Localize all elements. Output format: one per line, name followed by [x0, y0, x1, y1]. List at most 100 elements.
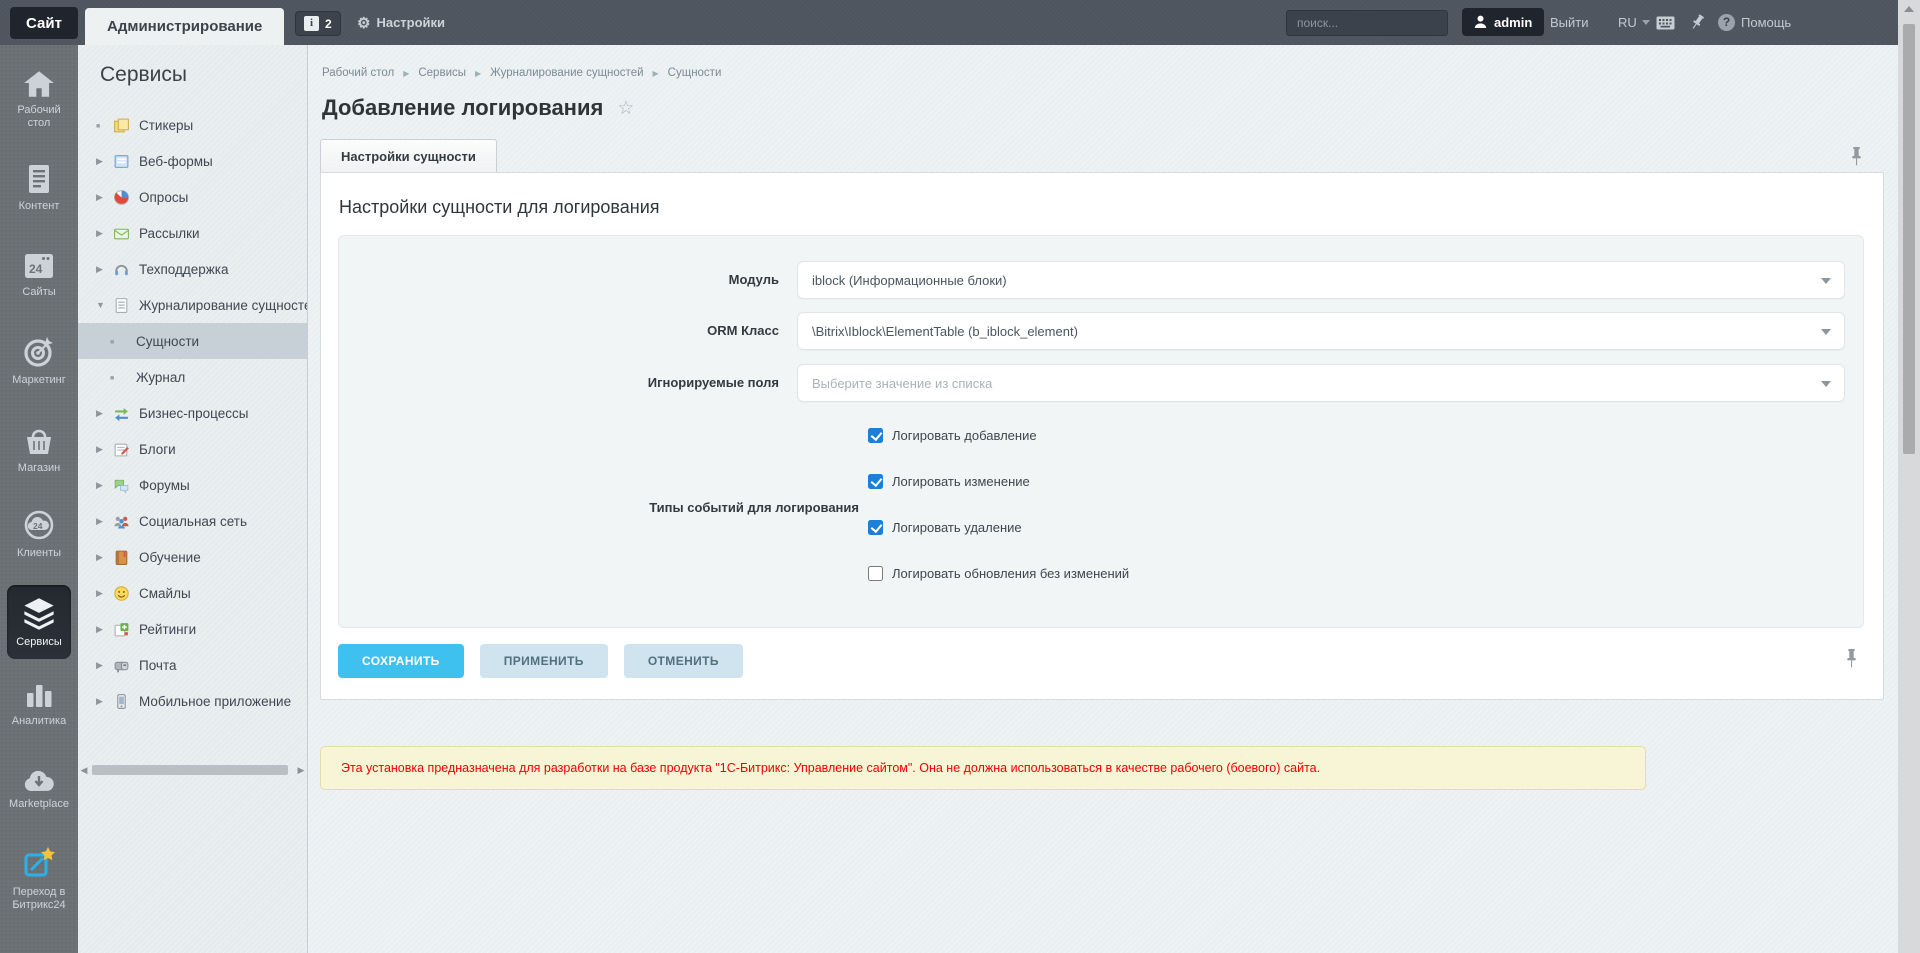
marketing-icon — [24, 337, 53, 367]
breadcrumb-entity-logging[interactable]: Журналирование сущностей — [490, 67, 643, 79]
vertical-scrollbar[interactable] — [1898, 0, 1920, 953]
scrollbar-thumb[interactable] — [1903, 24, 1915, 454]
rail-item-services[interactable]: Сервисы — [7, 585, 71, 659]
rail-item-store[interactable]: Магазин — [0, 425, 78, 475]
chevron-down-icon — [1821, 381, 1831, 387]
checkbox-log-add[interactable]: Логировать добавление — [868, 428, 1037, 443]
social-icon — [113, 513, 130, 530]
sidebar-item-ratings[interactable]: Рейтинги — [78, 611, 307, 647]
bizproc-icon — [113, 405, 130, 422]
breadcrumb-services[interactable]: Сервисы — [418, 67, 466, 79]
expand-arrow-icon — [96, 156, 106, 167]
sidebar-item-polls[interactable]: Опросы — [78, 179, 307, 215]
checkbox-icon[interactable] — [868, 428, 883, 443]
cancel-button[interactable]: ОТМЕНИТЬ — [623, 644, 743, 678]
question-icon: ? — [1718, 14, 1735, 31]
breadcrumb-entities[interactable]: Сущности — [668, 67, 722, 79]
user-menu-button[interactable]: admin — [1462, 8, 1545, 36]
sidebar-item-mail[interactable]: Почта — [78, 647, 307, 683]
orm-class-select[interactable]: \Bitrix\Iblock\ElementTable (b_iblock_el… — [797, 312, 1845, 350]
search-input[interactable] — [1287, 16, 1458, 30]
scroll-right-icon[interactable]: ▶ — [295, 765, 307, 776]
language-selector[interactable]: RU — [1618, 0, 1650, 45]
stickers-icon — [113, 117, 130, 134]
scrollbar-thumb[interactable] — [92, 765, 288, 775]
pin-buttons-icon[interactable] — [1844, 649, 1859, 670]
sidebar-item-support[interactable]: Техподдержка — [78, 251, 307, 287]
checkbox-icon[interactable] — [868, 474, 883, 489]
favorite-star-icon[interactable]: ☆ — [617, 97, 634, 120]
polls-icon — [113, 189, 130, 206]
collapse-arrow-icon — [96, 300, 106, 311]
apply-button[interactable]: ПРИМЕНИТЬ — [479, 644, 608, 678]
pin-topbar-button[interactable] — [1690, 0, 1705, 45]
page-title: Добавление логирования — [322, 95, 604, 120]
ratings-icon — [113, 621, 130, 638]
sidebar-item-journal[interactable]: Журнал — [78, 359, 307, 395]
rail-item-sites[interactable]: 24 Сайты — [0, 251, 78, 299]
sidebar-item-stickers[interactable]: Стикеры — [78, 107, 307, 143]
chevron-down-icon — [1821, 329, 1831, 335]
breadcrumb: Рабочий стол ▶ Сервисы ▶ Журналирование … — [322, 67, 721, 79]
svg-text:24: 24 — [33, 521, 43, 531]
rail-item-clients[interactable]: 24 Клиенты — [0, 508, 78, 560]
sidebar-item-training[interactable]: Обучение — [78, 539, 307, 575]
support-icon — [113, 261, 130, 278]
search-box — [1286, 10, 1458, 36]
scroll-up-icon[interactable] — [1904, 6, 1914, 12]
tab-entity-settings[interactable]: Настройки сущности — [320, 139, 497, 172]
sidebar-menu: Сервисы Стикеры Веб-формы Опросы — [78, 45, 308, 953]
scroll-left-icon[interactable]: ◀ — [78, 765, 90, 776]
sidebar-item-social[interactable]: Социальная сеть — [78, 503, 307, 539]
mobile-icon — [113, 693, 130, 710]
training-icon — [113, 549, 130, 566]
chevron-down-icon — [1821, 278, 1831, 284]
rail-item-desktop[interactable]: Рабочий стол — [0, 69, 78, 130]
admin-tab[interactable]: Администрирование — [85, 8, 285, 45]
checkbox-log-change[interactable]: Логировать изменение — [868, 474, 1030, 489]
site-button[interactable]: Сайт — [10, 7, 78, 39]
bullet-icon — [110, 372, 120, 383]
notification-badge[interactable]: i 2 — [295, 11, 341, 36]
expand-arrow-icon — [96, 660, 106, 671]
content-icon — [29, 165, 49, 193]
sidebar-title: Сервисы — [100, 63, 188, 86]
help-button[interactable]: ? Помощь — [1718, 0, 1791, 45]
expand-arrow-icon — [96, 480, 106, 491]
blogs-icon — [113, 441, 130, 458]
logout-link[interactable]: Выйти — [1550, 0, 1589, 45]
bitrix24-icon — [24, 847, 55, 877]
module-select[interactable]: iblock (Информационные блоки) — [797, 261, 1845, 299]
rail-item-analytics[interactable]: Аналитика — [0, 680, 78, 728]
svg-text:24: 24 — [29, 262, 43, 276]
sidebar-item-bizproc[interactable]: Бизнес-процессы — [78, 395, 307, 431]
checkbox-icon[interactable] — [868, 566, 883, 581]
rail-item-marketplace[interactable]: Marketplace — [0, 767, 78, 811]
ignored-fields-select[interactable]: Выберите значение из списка — [797, 364, 1845, 402]
expand-arrow-icon — [96, 444, 106, 455]
sidebar-item-forums[interactable]: Форумы — [78, 467, 307, 503]
sidebar-item-webforms[interactable]: Веб-формы — [78, 143, 307, 179]
sidebar-item-blogs[interactable]: Блоги — [78, 431, 307, 467]
event-types-label: Типы событий для логирования — [649, 500, 859, 515]
pin-icon — [1692, 14, 1704, 29]
breadcrumb-desktop[interactable]: Рабочий стол — [322, 67, 394, 79]
save-button[interactable]: СОХРАНИТЬ — [338, 644, 464, 678]
sidebar-horizontal-scrollbar[interactable]: ◀ ▶ — [78, 763, 307, 777]
checkbox-log-delete[interactable]: Логировать удаление — [868, 520, 1022, 535]
sidebar-item-newsletters[interactable]: Рассылки — [78, 215, 307, 251]
pin-panel-icon[interactable] — [1849, 147, 1864, 168]
breadcrumb-separator-icon: ▶ — [403, 68, 410, 78]
rail-item-marketing[interactable]: Маркетинг — [0, 335, 78, 387]
section-title: Настройки сущности для логирования — [339, 197, 660, 217]
sidebar-item-entity-logging[interactable]: Журналирование сущностей — [78, 287, 307, 323]
settings-button[interactable]: ⚙ Настройки — [357, 0, 445, 45]
sidebar-item-mobile-app[interactable]: Мобильное приложение — [78, 683, 307, 719]
hotkeys-button[interactable] — [1656, 0, 1675, 45]
checkbox-icon[interactable] — [868, 520, 883, 535]
rail-item-content[interactable]: Контент — [0, 163, 78, 213]
sidebar-item-smiles[interactable]: Смайлы — [78, 575, 307, 611]
sidebar-item-entities[interactable]: Сущности — [78, 323, 307, 359]
rail-item-bitrix24[interactable]: Переход в Битрикс24 — [0, 845, 78, 912]
checkbox-log-no-change[interactable]: Логировать обновления без изменений — [868, 566, 1129, 581]
